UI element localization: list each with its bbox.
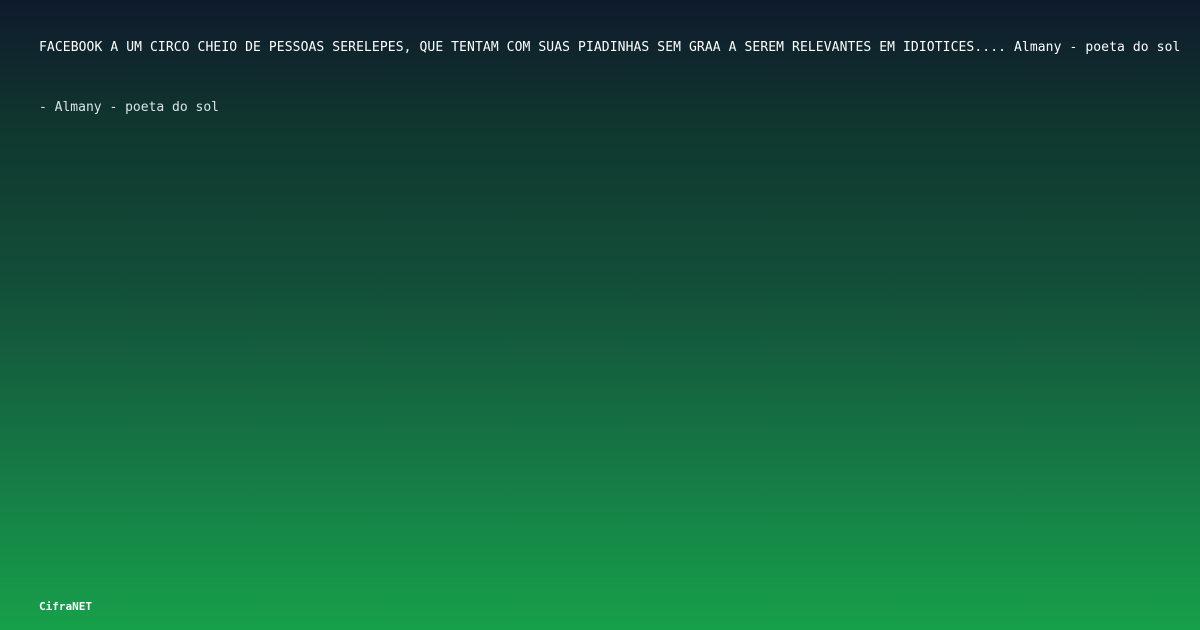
quote-author: - Almany - poeta do sol (39, 100, 220, 115)
brand-logo-text: CifraNET (39, 600, 92, 613)
quote-text: FACEBOOK Ã UM CIRCO CHEIO DE PESSOAS SER… (39, 40, 1181, 55)
quote-card: FACEBOOK Ã UM CIRCO CHEIO DE PESSOAS SER… (0, 0, 1200, 630)
